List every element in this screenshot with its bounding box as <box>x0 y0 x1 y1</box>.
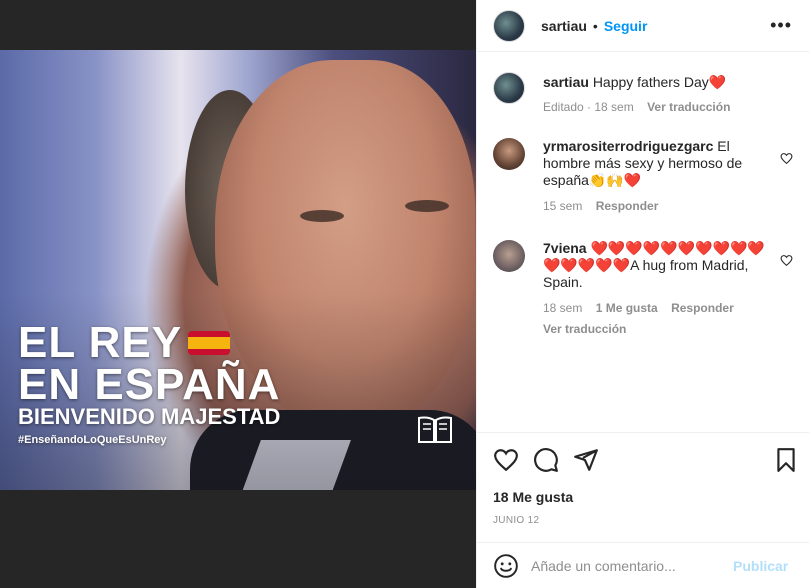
comment-body: yrmarositerrodriguezgarc El hombre más s… <box>543 138 773 215</box>
comment-bubble-icon[interactable] <box>533 447 559 473</box>
comment-username[interactable]: yrmarositerrodriguezgarc <box>543 138 713 154</box>
reply-button[interactable]: Responder <box>596 199 659 213</box>
comment-translate-link[interactable]: Ver traducción <box>543 322 626 336</box>
author-username[interactable]: sartiau <box>541 18 587 34</box>
image-title-line2: EN ESPAÑA <box>18 360 281 409</box>
likes-count[interactable]: 18 Me gusta <box>493 489 573 505</box>
comments-list[interactable]: sartiau Happy fathers Day❤️ Editado · 18… <box>477 52 809 432</box>
caption-text: Happy fathers Day❤️ <box>592 74 727 90</box>
caption-meta: Editado · 18 sem Ver traducción <box>543 99 773 116</box>
commenter-avatar[interactable] <box>493 240 525 272</box>
post-side-panel: sartiau • Seguir ••• sartiau Happy fathe… <box>476 0 809 588</box>
comment-likes[interactable]: 1 Me gusta <box>596 301 658 315</box>
like-heart-icon[interactable] <box>493 447 519 473</box>
follow-button[interactable]: Seguir <box>604 18 648 34</box>
book-icon <box>418 416 452 443</box>
comment-body: 7viena ❤️❤️❤️❤️❤️❤️❤️❤️❤️❤️❤️❤️❤️❤️❤️A h… <box>543 240 773 338</box>
reply-button[interactable]: Responder <box>671 301 734 315</box>
like-comment-heart-icon[interactable] <box>780 152 793 165</box>
publish-button[interactable]: Publicar <box>733 558 788 574</box>
image-hashtag: #EnseñandoLoQueEsUnRey <box>18 434 167 446</box>
save-bookmark-icon[interactable] <box>773 447 799 473</box>
post-actions: 18 Me gusta JUNIO 12 <box>477 432 809 542</box>
comment-username[interactable]: 7viena <box>543 240 587 256</box>
add-comment-bar: Publicar <box>477 542 809 588</box>
caption-username[interactable]: sartiau <box>543 74 589 90</box>
caption-translate-link[interactable]: Ver traducción <box>647 100 730 114</box>
comment-time: 18 sem <box>543 301 583 315</box>
like-comment-heart-icon[interactable] <box>780 254 793 267</box>
caption: sartiau Happy fathers Day❤️ Editado · 18… <box>493 72 793 116</box>
comment-time: 15 sem <box>543 199 583 213</box>
caption-edited: Editado · 18 sem <box>543 100 634 114</box>
share-paper-plane-icon[interactable] <box>573 447 599 473</box>
caption-body: sartiau Happy fathers Day❤️ Editado · 18… <box>543 72 773 116</box>
more-options-icon[interactable]: ••• <box>770 16 792 34</box>
caption-avatar[interactable] <box>493 72 525 104</box>
image-subtitle: BIENVENIDO MAJESTAD <box>18 404 281 429</box>
commenter-avatar[interactable] <box>493 138 525 170</box>
comment-meta: 15 sem Responder <box>543 198 773 215</box>
comment-translate-row: Ver traducción <box>543 321 773 338</box>
instagram-post-modal: EL REY EN ESPAÑA BIENVENIDO MAJESTAD #En… <box>0 0 809 588</box>
comment-input[interactable] <box>531 557 727 574</box>
post-date: JUNIO 12 <box>493 515 540 526</box>
post-header: sartiau • Seguir ••• <box>477 0 809 52</box>
author-avatar[interactable] <box>493 9 525 42</box>
spain-flag-icon <box>188 331 231 355</box>
comment-item: 7viena ❤️❤️❤️❤️❤️❤️❤️❤️❤️❤️❤️❤️❤️❤️❤️A h… <box>493 240 793 338</box>
header-separator: • <box>592 17 598 34</box>
comment-item: yrmarositerrodriguezgarc El hombre más s… <box>493 138 793 215</box>
comment-meta: 18 sem 1 Me gusta Responder <box>543 300 773 317</box>
emoji-icon[interactable] <box>493 553 519 579</box>
